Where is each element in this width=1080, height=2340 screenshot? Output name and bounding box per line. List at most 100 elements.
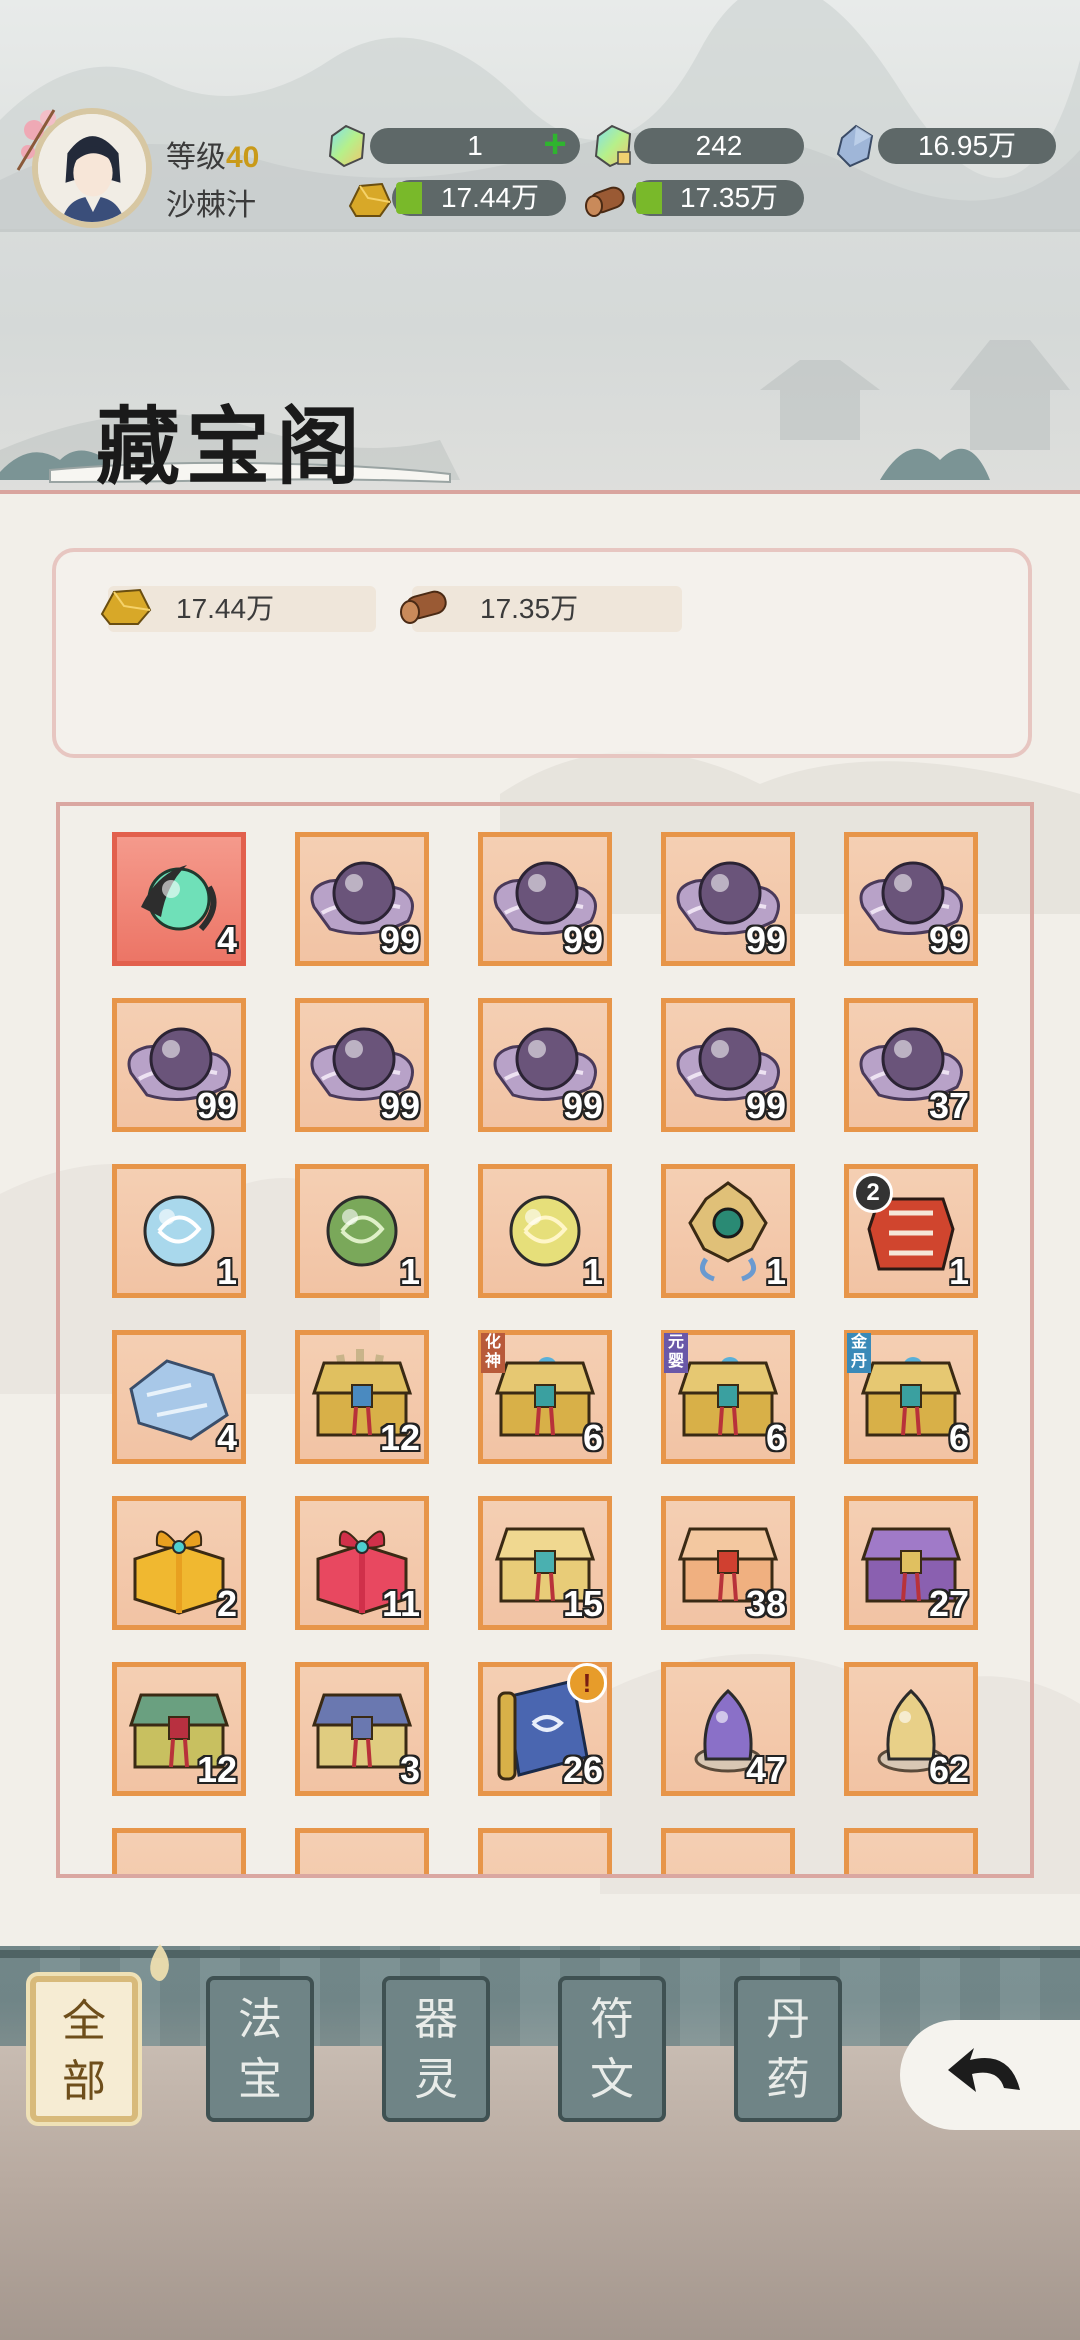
item-slot[interactable]: 化神 6 [478, 1330, 612, 1464]
item-quantity: 99 [745, 919, 786, 960]
item-slot[interactable]: 12 [112, 1662, 246, 1796]
item-quantity: 99 [379, 1085, 420, 1126]
item-slot-partial[interactable] [844, 1828, 978, 1874]
item-slot[interactable]: 99 [661, 832, 795, 966]
item-slot[interactable]: 21 [844, 1164, 978, 1298]
item-slot[interactable]: 99 [661, 998, 795, 1132]
page-title: 藏宝阁 [96, 397, 367, 496]
item-slot[interactable]: 1 [112, 1164, 246, 1298]
item-quantity: 99 [745, 1085, 786, 1126]
gold-ingot-icon [348, 182, 392, 217]
item-slot[interactable]: 99 [478, 998, 612, 1132]
rainbow-jade-icon [328, 124, 366, 168]
item-slot[interactable]: 99 [112, 998, 246, 1132]
item-tier-tag: 金丹 [847, 1333, 871, 1373]
player-avatar[interactable] [14, 100, 154, 260]
item-slot[interactable]: 62 [844, 1662, 978, 1796]
gold-capacity-bar [396, 182, 422, 214]
bound-jade-icon [594, 124, 632, 168]
item-quantity: 99 [379, 919, 420, 960]
item-slot[interactable]: 1 [478, 1164, 612, 1298]
tab-label: 法宝 [238, 1994, 282, 2105]
item-quantity: 37 [928, 1085, 969, 1126]
item-count-badge: 2 [853, 1173, 893, 1213]
wood-log-icon [400, 590, 447, 624]
item-slot[interactable]: 1 [661, 1164, 795, 1298]
item-tier-tag: 元婴 [664, 1333, 688, 1373]
item-slot-partial[interactable] [478, 1828, 612, 1874]
add-jade-button[interactable]: + [538, 124, 572, 164]
item-quantity: 27 [928, 1583, 969, 1624]
item-quantity: 15 [562, 1583, 603, 1624]
tab-label: 符文 [590, 1994, 634, 2105]
wood-capacity-bar [636, 182, 662, 214]
item-slot[interactable]: 4 [112, 1330, 246, 1464]
crystal-icon [836, 124, 874, 168]
item-slot[interactable]: 金丹 6 [844, 1330, 978, 1464]
tab-label: 器灵 [414, 1994, 458, 2105]
item-quantity: 99 [196, 1085, 237, 1126]
item-slot[interactable]: 15 [478, 1496, 612, 1630]
tab-category[interactable]: 符文 [558, 1976, 666, 2122]
item-slot[interactable]: 12 [295, 1330, 429, 1464]
item-quantity: 38 [745, 1583, 786, 1624]
item-quantity: 4 [216, 1417, 237, 1458]
item-slot[interactable]: 47 [661, 1662, 795, 1796]
item-slot[interactable]: 38 [661, 1496, 795, 1630]
item-quantity: 99 [562, 919, 603, 960]
item-slot[interactable]: 99 [478, 832, 612, 966]
item-quantity: 1 [765, 1251, 786, 1292]
item-slot-partial[interactable] [112, 1828, 246, 1874]
item-grid-inner: 4 99 99 99 99 99 99 99 99 37 1 1 1 1 2 1… [112, 832, 1012, 1874]
tab-category[interactable]: 全部 [30, 1976, 138, 2122]
item-quantity: 2 [216, 1583, 237, 1624]
item-quantity: 62 [928, 1749, 969, 1790]
item-slot[interactable]: 1 [295, 1164, 429, 1298]
item-quantity: 99 [928, 919, 969, 960]
item-quantity: 4 [216, 919, 237, 960]
jade-bound-amount: 242 [634, 128, 804, 164]
item-quantity: 26 [562, 1749, 603, 1790]
item-quantity: 6 [582, 1417, 603, 1458]
item-slot[interactable]: ! 26 [478, 1662, 612, 1796]
tab-label: 丹药 [766, 1994, 810, 2105]
crystal-amount: 16.95万 [878, 128, 1056, 164]
item-quantity: 47 [745, 1749, 786, 1790]
tab-category[interactable]: 法宝 [206, 1976, 314, 2122]
item-quantity: 1 [216, 1251, 237, 1292]
item-slot[interactable]: 4 [112, 832, 246, 966]
item-slot[interactable]: 99 [844, 832, 978, 966]
item-slot[interactable]: 99 [295, 832, 429, 966]
player-name: 沙棘汁 [166, 189, 256, 222]
item-quantity: 99 [562, 1085, 603, 1126]
flame-ornament-icon [150, 1944, 169, 1981]
item-grid: 4 99 99 99 99 99 99 99 99 37 1 1 1 1 2 1… [56, 802, 1034, 1878]
item-quantity: 1 [582, 1251, 603, 1292]
item-slot-partial[interactable] [295, 1828, 429, 1874]
item-slot[interactable]: 11 [295, 1496, 429, 1630]
item-slot[interactable]: 37 [844, 998, 978, 1132]
tab-category[interactable]: 丹药 [734, 1976, 842, 2122]
item-quantity: 12 [379, 1417, 420, 1458]
item-slot[interactable]: 99 [295, 998, 429, 1132]
item-slot[interactable]: 2 [112, 1496, 246, 1630]
item-slot[interactable]: 27 [844, 1496, 978, 1630]
item-quantity: 3 [399, 1749, 420, 1790]
back-button[interactable] [900, 2020, 1080, 2130]
item-quantity: 1 [948, 1251, 969, 1292]
back-arrow-icon [948, 2048, 1020, 2092]
tab-category[interactable]: 器灵 [382, 1976, 490, 2122]
item-quantity: 6 [948, 1417, 969, 1458]
tab-label: 全部 [62, 1996, 106, 2107]
item-quantity: 11 [381, 1583, 420, 1624]
item-quantity: 12 [196, 1749, 237, 1790]
shop-currency-box [52, 548, 1032, 758]
gold-ingot-icon [100, 588, 152, 625]
item-slot[interactable]: 元婴 6 [661, 1330, 795, 1464]
item-slot[interactable]: 3 [295, 1662, 429, 1796]
page-title-banner: 藏宝阁 [40, 380, 460, 500]
item-quantity: 1 [399, 1251, 420, 1292]
alert-icon: ! [567, 1663, 607, 1703]
wood-log-icon [585, 186, 625, 217]
item-slot-partial[interactable] [661, 1828, 795, 1874]
